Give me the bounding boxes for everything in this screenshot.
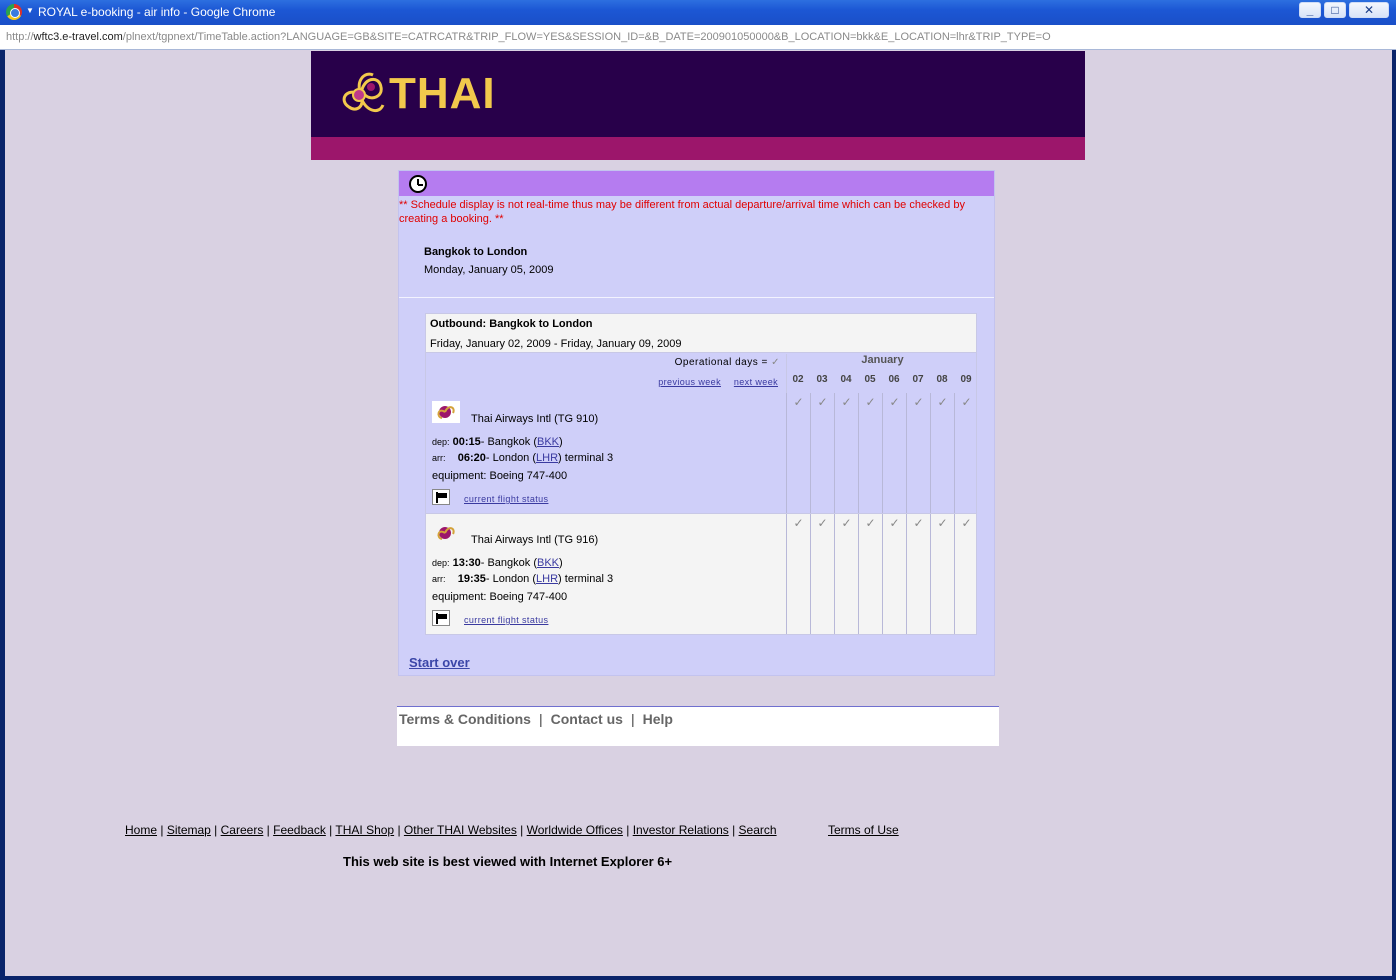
check-icon: ✓ [882,514,906,634]
day-header: 04 [840,374,852,385]
check-icon: ✓ [786,514,810,634]
thai-shop-link[interactable]: THAI Shop [335,823,394,837]
maximize-button[interactable]: □ [1324,2,1346,18]
other-thai-websites-link[interactable]: Other THAI Websites [404,823,517,837]
careers-link[interactable]: Careers [221,823,264,837]
current-flight-status-link[interactable]: current flight status [464,615,548,625]
check-icon: ✓ [810,514,834,634]
check-icon: ✓ [858,393,882,513]
equipment-info: equipment: Boeing 747-400 [432,591,568,603]
previous-week-link[interactable]: previous week [658,377,721,387]
outbound-header: Outbound: Bangkok to London Friday, Janu… [425,313,977,353]
day-cells: ✓ ✓ ✓ ✓ ✓ ✓ ✓ ✓ [786,393,978,513]
feedback-link[interactable]: Feedback [273,823,326,837]
start-over-link[interactable]: Start over [409,655,470,670]
thai-airways-icon [432,401,460,423]
thai-orchid-logo-icon [342,72,385,113]
airport-code-link[interactable]: LHR [536,573,558,585]
departure-info: dep: 00:15- Bangkok (BKK) [432,436,563,448]
url-text[interactable]: http://wftc3.e-travel.com/plnext/tgpnext… [6,31,1051,43]
check-icon: ✓ [834,393,858,513]
help-link[interactable]: Help [643,711,673,727]
best-viewed-notice: This web site is best viewed with Intern… [343,854,673,869]
day-headers: 02 03 04 05 06 07 08 09 [786,373,978,387]
address-bar[interactable]: http://wftc3.e-travel.com/plnext/tgpnext… [0,25,1396,50]
day-header: 05 [864,374,876,385]
check-icon: ✓ [930,393,954,513]
sitemap-link[interactable]: Sitemap [167,823,211,837]
check-icon: ✓ [882,393,906,513]
arrival-info: arr: 06:20- London (LHR) terminal 3 [432,452,614,464]
departure-info: dep: 13:30- Bangkok (BKK) [432,557,563,569]
airline-name: Thai Airways Intl (TG 910) [471,413,599,425]
flight-row: Thai Airways Intl (TG 910) dep: 00:15- B… [425,393,977,514]
route-date: Monday, January 05, 2009 [424,264,554,276]
clock-icon [409,175,427,193]
day-header: 08 [936,374,948,385]
next-week-link[interactable]: next week [734,377,778,387]
arrival-info: arr: 19:35- London (LHR) terminal 3 [432,573,614,585]
flight-info: Thai Airways Intl (TG 910) dep: 00:15- B… [426,393,786,513]
day-header: 09 [960,374,972,385]
check-icon: ✓ [954,514,978,634]
page-viewport: THAI ** Schedule display is not real-tim… [5,50,1392,976]
airport-code-link[interactable]: BKK [537,557,559,569]
check-icon: ✓ [834,514,858,634]
flight-info: Thai Airways Intl (TG 916) dep: 13:30- B… [426,514,786,634]
thai-airways-icon [432,522,460,544]
check-icon: ✓ [930,514,954,634]
check-icon: ✓ [786,393,810,513]
divider [399,297,994,298]
thai-logo[interactable]: THAI [335,67,496,121]
close-button[interactable]: ✕ [1349,2,1389,18]
search-link[interactable]: Search [739,823,777,837]
minimize-button[interactable]: _ [1299,2,1321,18]
terms-conditions-link[interactable]: Terms & Conditions [399,711,531,727]
airport-code-link[interactable]: LHR [536,452,558,464]
flight-grid: Operational days = ✓ previous week next … [425,353,977,635]
chrome-icon[interactable] [6,4,22,20]
logo-text: THAI [389,69,496,118]
flight-row: Thai Airways Intl (TG 916) dep: 13:30- B… [425,514,977,635]
check-icon: ✓ [954,393,978,513]
outbound-range: Friday, January 02, 2009 - Friday, Janua… [430,338,682,350]
chevron-down-icon[interactable]: ▼ [26,6,34,15]
footer-links: Terms & Conditions | Contact us | Help [399,711,673,727]
outbound-title: Outbound: Bangkok to London [430,318,593,330]
check-icon: ✓ [906,393,930,513]
timetable-panel: ** Schedule display is not real-time thu… [398,170,995,676]
day-header: 02 [792,374,804,385]
terms-of-use-link[interactable]: Terms of Use [828,823,899,837]
check-icon: ✓ [810,393,834,513]
route-title: Bangkok to London [424,246,528,258]
check-icon: ✓ [858,514,882,634]
check-icon: ✓ [771,357,780,368]
airport-code-link[interactable]: BKK [537,436,559,448]
banner-stripe [311,137,1085,160]
worldwide-offices-link[interactable]: Worldwide Offices [527,823,623,837]
day-header: 06 [888,374,900,385]
panel-header [399,171,994,196]
flag-icon[interactable] [432,489,450,505]
contact-us-link[interactable]: Contact us [551,711,623,727]
day-header: 03 [816,374,828,385]
site-links: Home | Sitemap | Careers | Feedback | TH… [125,823,777,837]
window-title: ROYAL e-booking - air info - Google Chro… [38,5,276,19]
window-titlebar: ▼ ROYAL e-booking - air info - Google Ch… [0,0,1396,25]
investor-relations-link[interactable]: Investor Relations [633,823,729,837]
operational-days-legend: Operational days = ✓ [674,357,780,368]
equipment-info: equipment: Boeing 747-400 [432,470,568,482]
grid-header: Operational days = ✓ previous week next … [425,353,978,394]
airline-name: Thai Airways Intl (TG 916) [471,534,599,546]
check-icon: ✓ [906,514,930,634]
flag-icon[interactable] [432,610,450,626]
day-cells: ✓ ✓ ✓ ✓ ✓ ✓ ✓ ✓ [786,514,978,634]
day-header: 07 [912,374,924,385]
footer-link-box: Terms & Conditions | Contact us | Help [397,706,999,746]
current-flight-status-link[interactable]: current flight status [464,494,548,504]
schedule-notice: ** Schedule display is not real-time thu… [399,199,965,225]
home-link[interactable]: Home [125,823,157,837]
week-navigation: previous week next week [648,377,778,387]
header-banner: THAI [311,51,1085,160]
